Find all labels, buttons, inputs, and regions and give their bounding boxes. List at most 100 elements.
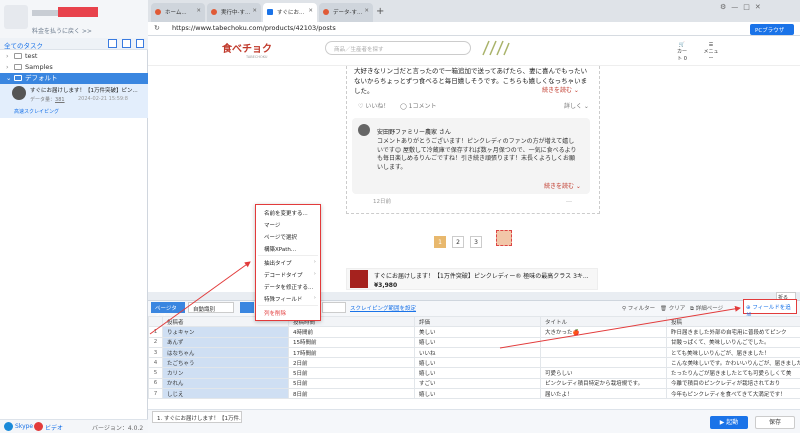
menu-select-in-page[interactable]: ページで選択	[264, 233, 320, 241]
import-icon[interactable]	[122, 39, 131, 48]
product-name[interactable]: すぐにお届けします！【1万件突破】ピンクレディー® 極味の最高クラス 3キ...	[374, 271, 589, 280]
table-cell[interactable]: 嬉しい	[414, 388, 541, 400]
table-cell[interactable]: たったりんごが届きましたとても可愛らしくて美	[666, 367, 800, 379]
menu-icon[interactable]: ☰ メニュー	[703, 42, 719, 62]
page-type-button[interactable]: ページタイプ	[151, 302, 185, 320]
plan-link[interactable]: 料金を払うに戻く >>	[32, 26, 92, 35]
table-cell[interactable]: 4時間前	[288, 326, 415, 338]
more-options-icon[interactable]: …	[566, 197, 572, 204]
table-cell[interactable]: あんず	[162, 336, 289, 348]
table-cell[interactable]: 嬉しい	[414, 367, 541, 379]
table-cell[interactable]: ピンクレディ積目特定から栽培規です。	[540, 377, 667, 390]
table-cell[interactable]: 今年もピンクレディを食べてきて大満足です！	[666, 388, 800, 400]
new-task-icon[interactable]	[108, 39, 117, 48]
table-row[interactable]: 1 りょキャン 4時間前 美しい 大きかった🍎 昨日届きました外部の自宅用に普段めてピンク	[148, 326, 800, 338]
tab-data[interactable]: データ-す... ✕	[319, 3, 373, 22]
menu-special-field[interactable]: 特殊フィールド ›	[264, 295, 320, 303]
table-cell[interactable]: とても美味しいりんごが、届きました！	[666, 346, 800, 359]
table-cell[interactable]: 嬉しい	[414, 336, 541, 348]
video-link[interactable]: ビデオ	[45, 423, 63, 432]
table-cell[interactable]: 可愛らしい	[540, 367, 667, 379]
read-more-link[interactable]: 続きを読む ⌄	[544, 181, 581, 190]
save-button[interactable]: 保存	[755, 416, 795, 429]
url-input[interactable]: https://www.tabechoku.com/products/42103…	[172, 24, 336, 32]
menu-decode-type[interactable]: デコードタイプ ›	[264, 271, 320, 279]
table-cell[interactable]: 17時間前	[288, 346, 415, 359]
add-field-button[interactable]: ⊕ フィールドを追加	[743, 299, 797, 319]
data-count[interactable]: 381	[55, 97, 65, 103]
table-cell[interactable]	[540, 336, 667, 348]
table-cell[interactable]: 嬉しい	[414, 357, 541, 369]
table-cell[interactable]: 美しい	[414, 326, 541, 338]
scrape-scope-link[interactable]: スクレイピング範囲を設定	[350, 304, 416, 312]
comment-count[interactable]: ◯ 1コメント	[400, 101, 436, 110]
sort-icon[interactable]	[136, 39, 144, 48]
table-cell[interactable]: 今離で積目のピンクレディが栽培されており	[666, 377, 800, 390]
plan-badge[interactable]	[58, 7, 98, 17]
all-tasks-label[interactable]: 全てのタスク	[4, 40, 43, 50]
tree-item-default[interactable]: ⌄ デフォルト	[0, 73, 148, 84]
table-cell[interactable]: すごい	[414, 377, 541, 390]
table-cell[interactable]: 15時間前	[288, 336, 415, 348]
skype-icon[interactable]	[4, 422, 13, 431]
detail-page-button[interactable]: ⧉ 詳細ページ	[690, 304, 723, 313]
filter-button[interactable]: ⚲ フィルター	[622, 304, 655, 312]
tree-item-samples[interactable]: › Samples	[0, 62, 148, 73]
table-cell[interactable]: 甘酸っぱくて、美味しいりんごでした。	[666, 336, 800, 348]
menu-delete-column[interactable]: 列を削除	[264, 309, 320, 317]
table-row[interactable]: 5 カリン 5日前 嬉しい 可愛らしい たったりんごが届きましたとても可愛らしくて美	[148, 367, 800, 379]
table-row[interactable]: 7 しじえ 8日前 嬉しい 届いたよ！ 今年もピンクレディを食べてきて大満足です！	[148, 388, 800, 400]
option-select[interactable]	[322, 302, 346, 313]
start-button[interactable]: ▶ 起動	[710, 416, 748, 429]
new-tab-button[interactable]: +	[376, 6, 384, 17]
tab-current[interactable]: すぐにお... ✕	[263, 3, 317, 22]
table-cell[interactable]: 大きかった🍎	[540, 326, 667, 338]
table-cell[interactable]: いいね	[414, 346, 541, 359]
close-icon[interactable]: ✕	[196, 8, 201, 14]
table-cell[interactable]: しじえ	[162, 388, 289, 400]
tab-home[interactable]: ホーム... ✕	[151, 3, 205, 22]
table-cell[interactable]: 5日前	[288, 367, 415, 379]
table-cell[interactable]: はなちゃん	[162, 346, 289, 359]
reload-icon[interactable]: ↻	[154, 24, 160, 32]
avatar[interactable]	[4, 5, 28, 29]
table-cell[interactable]: カリン	[162, 367, 289, 379]
menu-merge[interactable]: マージ	[264, 221, 320, 229]
auto-detect-select[interactable]: 自動識別	[188, 302, 234, 313]
table-cell[interactable]: こんな美味しいです。かわいいりんごが、届きました。	[666, 357, 800, 369]
skype-link[interactable]: Skype	[15, 423, 33, 430]
table-cell[interactable]	[540, 357, 667, 369]
like-button[interactable]: ♡ いいね！	[358, 101, 389, 110]
table-row[interactable]: 2 あんず 15時間前 嬉しい 甘酸っぱくて、美味しいりんごでした。	[148, 336, 800, 348]
close-icon[interactable]: ✕	[252, 8, 257, 14]
table-cell[interactable]: 8日前	[288, 388, 415, 400]
menu-modify-data[interactable]: データを修正する...	[264, 283, 320, 291]
page-1[interactable]: 1	[434, 236, 446, 248]
table-cell[interactable]: 昨日届きました外部の自宅用に普段めてピンク	[666, 326, 800, 338]
menu-rename[interactable]: 名前を変更する...	[264, 209, 320, 217]
next-page-button[interactable]	[496, 230, 512, 246]
video-icon[interactable]	[34, 422, 43, 431]
close-icon[interactable]: ✕	[308, 8, 313, 14]
tree-item-test[interactable]: › test	[0, 51, 148, 62]
header-post[interactable]: 投稿	[666, 316, 800, 328]
table-cell[interactable]: りょキャン	[162, 326, 289, 338]
table-cell[interactable]: かれん	[162, 377, 289, 390]
search-input[interactable]: 商品／生産者を探す	[325, 41, 471, 55]
tab-running[interactable]: 実行中-す... ✕	[207, 3, 261, 22]
page-2[interactable]: 2	[452, 236, 464, 248]
header-title[interactable]: タイトル	[540, 316, 667, 328]
cart-icon[interactable]: 🛒 カート 0	[675, 42, 689, 62]
menu-build-xpath[interactable]: 構築XPath...	[264, 245, 320, 253]
detail-link[interactable]: 詳しく ⌄	[564, 101, 589, 110]
read-more-link[interactable]: 続きを読む ⌄	[542, 85, 579, 94]
table-cell[interactable]: たごちゃう	[162, 357, 289, 369]
current-page-tab[interactable]: 1. すぐにお届けします！【1万件...	[152, 411, 242, 423]
table-row[interactable]: 3 はなちゃん 17時間前 いいね とても美味しいりんごが、届きました！	[148, 346, 800, 359]
close-icon[interactable]: ✕	[364, 8, 369, 14]
table-cell[interactable]: 5日前	[288, 377, 415, 390]
clear-button[interactable]: 🗑 クリア	[660, 304, 685, 312]
table-row[interactable]: 4 たごちゃう 2日前 嬉しい こんな美味しいです。かわいいりんごが、届きました。	[148, 357, 800, 369]
header-rating[interactable]: 評価	[414, 316, 541, 328]
table-cell[interactable]	[540, 346, 667, 359]
